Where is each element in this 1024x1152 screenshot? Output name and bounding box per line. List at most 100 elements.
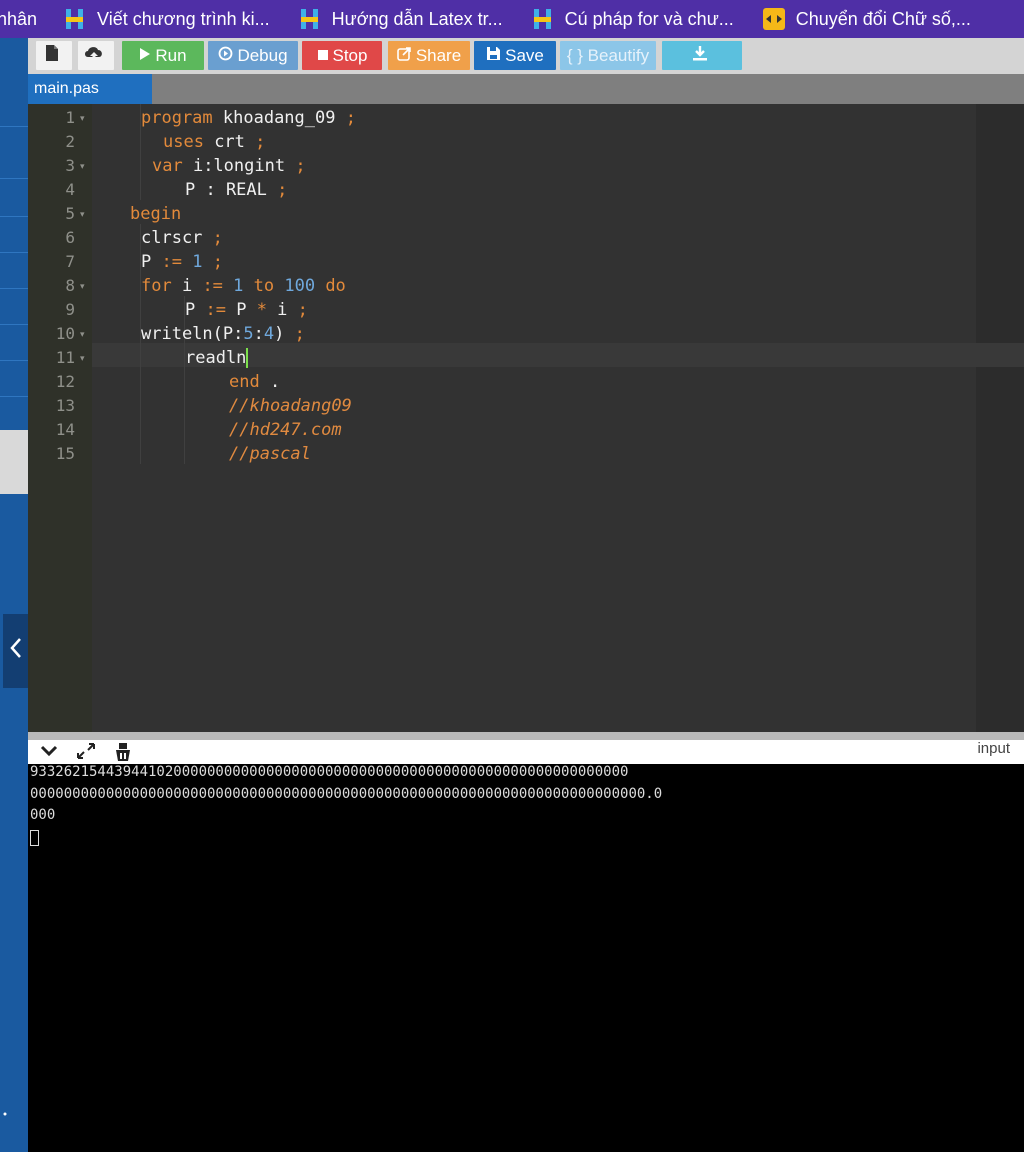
- semicolon: ;: [266, 180, 288, 200]
- upload-button[interactable]: [78, 41, 114, 70]
- keyword: to: [243, 276, 285, 296]
- bookmarks-bar: nhân Viết chương trình ki... Hướng dẫn L…: [0, 0, 1024, 38]
- download-button[interactable]: [662, 41, 742, 70]
- line-number: 5: [65, 204, 75, 223]
- code-line: P : REAL ;: [185, 178, 287, 202]
- code-line: readln: [185, 346, 249, 370]
- bookmark-item[interactable]: Chuyển đổi Chữ số,...: [762, 7, 971, 31]
- comment: //hd247.com: [229, 420, 342, 440]
- input-tab[interactable]: input: [977, 740, 1010, 757]
- fold-arrow-icon[interactable]: ▾: [80, 346, 85, 370]
- bookmark-item[interactable]: Hướng dẫn Latex tr...: [298, 7, 503, 31]
- identifier: P : REAL: [185, 180, 267, 200]
- collapse-sidebar-button[interactable]: [3, 614, 28, 688]
- hoc247-icon: [63, 7, 87, 31]
- bookmark-item[interactable]: nhân: [0, 9, 37, 30]
- console-cursor: [30, 830, 39, 846]
- separator: :: [253, 324, 264, 344]
- tab-main-pas[interactable]: main.pas: [28, 74, 152, 104]
- bookmark-item[interactable]: Cú pháp for và chư...: [531, 7, 734, 31]
- console-line: 000: [30, 807, 56, 823]
- panel-resize-handle[interactable]: [28, 732, 1024, 740]
- identifier: i: [277, 300, 288, 320]
- number: 4: [263, 324, 275, 344]
- editor-toolbar: Run Debug Stop Share Save { } Beautify: [28, 38, 1024, 74]
- hoc247-icon: [298, 7, 322, 31]
- debug-icon: [218, 46, 237, 66]
- operator: *: [246, 300, 278, 320]
- new-file-button[interactable]: [36, 41, 72, 70]
- line-number: 1: [65, 108, 75, 127]
- semicolon: ;: [285, 156, 306, 176]
- identifier: writeln(P:: [141, 324, 244, 344]
- number: 5: [243, 324, 254, 344]
- code-line: begin: [130, 202, 181, 226]
- keyword: program: [141, 108, 213, 128]
- code-line: program khoadang_09 ;: [141, 106, 356, 130]
- debug-label: Debug: [237, 45, 288, 65]
- bookmark-label: Cú pháp for và chư...: [564, 8, 734, 29]
- line-number: 8: [65, 276, 75, 295]
- line-number: 4: [65, 180, 75, 199]
- fold-arrow-icon[interactable]: ▾: [80, 106, 85, 130]
- identifier: crt: [203, 132, 245, 152]
- comment: //khoadang09: [229, 396, 352, 416]
- console-output[interactable]: 9332621544394410200000000000000000000000…: [28, 764, 1024, 1152]
- share-button[interactable]: Share: [388, 41, 470, 70]
- identifier: P: [236, 300, 247, 320]
- line-number: 14: [55, 420, 75, 439]
- expand-icon[interactable]: [76, 742, 96, 765]
- console-line: 0000000000000000000000000000000000000000…: [30, 786, 663, 802]
- sidebar-panel: [0, 430, 28, 494]
- number: 1: [192, 252, 203, 272]
- bookmark-label: Viết chương trình ki...: [97, 8, 270, 29]
- download-icon: [692, 45, 712, 66]
- save-label: Save: [505, 45, 544, 65]
- keyword: for: [141, 276, 172, 296]
- debug-button[interactable]: Debug: [208, 41, 298, 70]
- paren: ): [274, 324, 285, 344]
- file-tab-bar: main.pas: [28, 74, 1024, 104]
- code-line: end .: [229, 370, 280, 394]
- line-number: 7: [65, 252, 75, 271]
- fold-arrow-icon[interactable]: ▾: [80, 154, 85, 178]
- sidebar-divider: [0, 252, 28, 253]
- hoc247-icon: [531, 7, 555, 31]
- stop-button[interactable]: Stop: [302, 41, 382, 70]
- code-line: var i:longint ;: [152, 154, 306, 178]
- more-icon[interactable]: [2, 1108, 8, 1124]
- sidebar-divider: [0, 360, 28, 361]
- sidebar-divider: [0, 396, 28, 397]
- run-label: Run: [155, 45, 187, 65]
- console-line: 9332621544394410200000000000000000000000…: [30, 764, 629, 780]
- play-icon: [139, 46, 155, 66]
- save-button[interactable]: Save: [474, 41, 556, 70]
- share-icon: [397, 46, 416, 66]
- fold-arrow-icon[interactable]: ▾: [80, 202, 85, 226]
- number: 100: [284, 276, 316, 296]
- beautify-label: { } Beautify: [566, 45, 650, 65]
- semicolon: ;: [335, 108, 356, 128]
- code-line: P := P * i ;: [185, 298, 308, 322]
- stop-icon: [317, 46, 333, 66]
- line-number: 15: [55, 444, 75, 463]
- chevron-down-icon[interactable]: [40, 744, 58, 763]
- comment: //pascal: [229, 444, 311, 464]
- code-line: P := 1 ;: [141, 250, 223, 274]
- code-line: //khoadang09: [229, 394, 352, 418]
- line-number: 6: [65, 228, 75, 247]
- bookmark-item[interactable]: Viết chương trình ki...: [63, 7, 270, 31]
- semicolon: ;: [202, 228, 223, 248]
- left-sidebar: [0, 38, 28, 1152]
- run-button[interactable]: Run: [122, 41, 204, 70]
- code-editor[interactable]: 1 2 3 4 5 6 7 8 9 10 11 12 13 14 15 ▾ ▾ …: [28, 104, 1024, 732]
- beautify-button[interactable]: { } Beautify: [560, 41, 656, 70]
- fold-arrow-icon[interactable]: ▾: [80, 274, 85, 298]
- semicolon: ;: [287, 300, 308, 320]
- number: 1: [233, 276, 244, 296]
- line-number: 3: [65, 156, 75, 175]
- share-label: Share: [415, 45, 462, 65]
- fold-arrow-icon[interactable]: ▾: [80, 322, 85, 346]
- tab-label: main.pas: [34, 80, 99, 97]
- text-cursor: [246, 348, 249, 368]
